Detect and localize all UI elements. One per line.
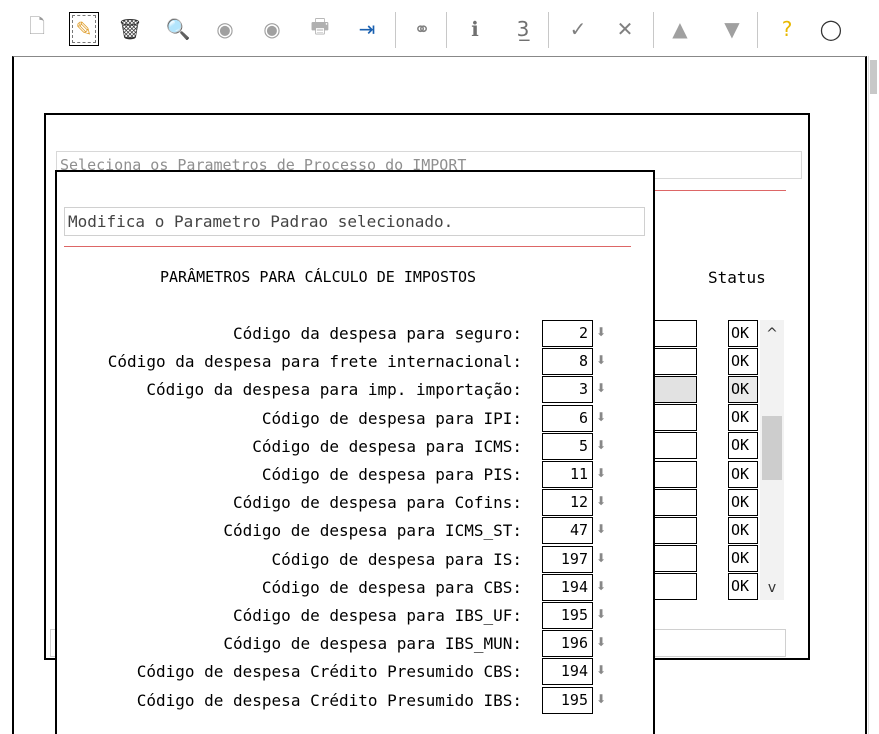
tax-parameter-input[interactable]: 8 — [542, 348, 593, 375]
tax-parameter-label: Código de despesa para IBS_UF: — [233, 606, 522, 625]
tax-parameter-input[interactable]: 3 — [542, 376, 593, 403]
tax-parameter-label: Código de despesa para CBS: — [261, 578, 522, 597]
status-ok-cell[interactable]: OK — [728, 545, 758, 572]
toolbar-separator — [757, 12, 758, 48]
status-ok-cell[interactable]: OK — [728, 320, 758, 347]
process-parameter-value-field[interactable] — [654, 517, 697, 544]
delete-icon[interactable]: 🗑 — [115, 12, 145, 46]
tax-parameter-input[interactable]: 195 — [542, 602, 593, 629]
lookup-arrow-icon[interactable]: ⬇ — [594, 433, 608, 460]
tax-parameter-label: Código de despesa para PIS: — [261, 465, 522, 484]
process-parameter-value-field[interactable] — [654, 432, 697, 459]
tax-parameter-label: Código de despesa Crédito Presumido IBS: — [136, 691, 522, 710]
lookup-arrow-icon[interactable]: ⬇ — [594, 461, 608, 488]
tax-parameter-label: Código da despesa para frete internacion… — [107, 352, 522, 371]
lookup-arrow-icon[interactable]: ⬇ — [594, 630, 608, 657]
process-parameter-value-field[interactable] — [654, 545, 697, 572]
tax-parameter-input[interactable]: 47 — [542, 517, 593, 544]
tax-parameter-label: Código de despesa para IBS_MUN: — [223, 634, 522, 653]
status-ok-cell[interactable]: OK — [728, 573, 758, 600]
down-icon[interactable]: ▼ — [717, 12, 747, 46]
next-record-icon[interactable]: ◉ — [257, 12, 287, 46]
status-ok-cell[interactable]: OK — [728, 517, 758, 544]
number-field-icon[interactable]: 3̲ — [508, 12, 538, 46]
tax-parameter-input[interactable]: 6 — [542, 405, 593, 432]
status-ok-cell[interactable]: OK — [728, 432, 758, 459]
tax-parameter-input[interactable]: 5 — [542, 433, 593, 460]
confirm-icon[interactable]: ✓ — [563, 12, 593, 46]
status-ok-cell[interactable]: OK — [728, 404, 758, 431]
toolbar-separator — [548, 12, 549, 48]
toolbar: 🗋 ✎ 🗑 🔍 ◉ ◉ 🖶 ⇥ ⚭ ℹ 3̲ ✓ ✕ ▲ ▼? ◯ — [0, 0, 879, 56]
tax-parameter-label: Código da despesa para imp. importação: — [146, 380, 522, 399]
toolbar-separator — [395, 12, 396, 48]
tax-parameter-label: Código da despesa para seguro: — [233, 324, 522, 343]
edit-icon[interactable]: ✎ — [69, 12, 99, 46]
tax-parameter-label: Código de despesa para IS: — [271, 550, 522, 569]
tax-parameters-title: PARÂMETROS PARA CÁLCULO DE IMPOSTOS — [160, 268, 477, 286]
tax-parameter-input[interactable]: 195 — [542, 687, 593, 714]
tax-parameter-input[interactable]: 11 — [542, 461, 593, 488]
scroll-down-arrow-icon[interactable]: v — [760, 576, 784, 600]
tax-parameters-description: Modifica o Parametro Padrao selecionado. — [64, 207, 645, 236]
lookup-arrow-icon[interactable]: ⬇ — [594, 320, 608, 347]
process-parameter-value-field[interactable] — [654, 573, 697, 600]
tax-parameter-input[interactable]: 2 — [542, 320, 593, 347]
cancel-icon[interactable]: ✕ — [610, 12, 640, 46]
status-ok-cell[interactable]: OK — [728, 348, 758, 375]
status-ok-cell[interactable]: OK — [728, 461, 758, 488]
toolbar-separator — [446, 12, 447, 48]
tax-parameter-input[interactable]: 196 — [542, 630, 593, 657]
process-parameter-value-field[interactable] — [654, 404, 697, 431]
lookup-arrow-icon[interactable]: ⬇ — [594, 687, 608, 714]
lookup-arrow-icon[interactable]: ⬇ — [594, 517, 608, 544]
status-ok-cell[interactable]: OK — [728, 489, 758, 516]
process-parameters-scrollbar-thumb[interactable] — [762, 416, 782, 480]
tax-parameter-input[interactable]: 194 — [542, 658, 593, 685]
lookup-arrow-icon[interactable]: ⬇ — [594, 405, 608, 432]
up-icon[interactable]: ▲ — [665, 12, 695, 46]
tax-parameters-divider — [64, 246, 631, 247]
tax-parameter-label: Código de despesa para IPI: — [261, 409, 522, 428]
status-column-header: Status — [708, 268, 766, 287]
help-icon[interactable]: ? — [772, 12, 802, 46]
lookup-arrow-icon[interactable]: ⬇ — [594, 574, 608, 601]
tax-parameter-input[interactable]: 194 — [542, 574, 593, 601]
process-parameter-value-field[interactable] — [654, 489, 697, 516]
scroll-up-arrow-icon[interactable]: ^ — [760, 322, 784, 346]
process-parameter-value-field[interactable] — [654, 348, 697, 375]
binoculars-icon[interactable]: ⚭ — [407, 12, 437, 46]
exit-icon[interactable]: ⇥ — [352, 12, 382, 46]
process-parameter-value-field[interactable] — [654, 461, 697, 488]
status-ok-cell[interactable]: OK — [728, 376, 758, 403]
lookup-arrow-icon[interactable]: ⬇ — [594, 348, 608, 375]
window-scrollbar[interactable] — [868, 56, 879, 734]
tax-parameter-label: Código de despesa para ICMS: — [252, 437, 522, 456]
tax-parameter-label: Código de despesa Crédito Presumido CBS: — [136, 662, 522, 681]
comment-icon[interactable]: ◯ — [816, 12, 846, 46]
process-parameter-value-field[interactable] — [654, 376, 697, 403]
tax-parameter-label: Código de despesa para Cofins: — [233, 493, 522, 512]
print-icon[interactable]: 🖶 — [305, 12, 335, 46]
previous-record-icon[interactable]: ◉ — [210, 12, 240, 46]
search-icon[interactable]: 🔍 — [163, 12, 193, 46]
tax-parameter-input[interactable]: 197 — [542, 546, 593, 573]
new-document-icon[interactable]: 🗋 — [22, 12, 52, 46]
lookup-arrow-icon[interactable]: ⬇ — [594, 658, 608, 685]
info-icon[interactable]: ℹ — [460, 12, 490, 46]
lookup-arrow-icon[interactable]: ⬇ — [594, 376, 608, 403]
tax-parameter-input[interactable]: 12 — [542, 489, 593, 516]
window-scrollbar-thumb[interactable] — [870, 60, 877, 94]
lookup-arrow-icon[interactable]: ⬇ — [594, 546, 608, 573]
lookup-arrow-icon[interactable]: ⬇ — [594, 489, 608, 516]
tax-parameter-label: Código de despesa para ICMS_ST: — [223, 521, 522, 540]
toolbar-separator — [653, 12, 654, 48]
lookup-arrow-icon[interactable]: ⬇ — [594, 602, 608, 629]
process-parameter-value-field[interactable] — [654, 320, 697, 347]
